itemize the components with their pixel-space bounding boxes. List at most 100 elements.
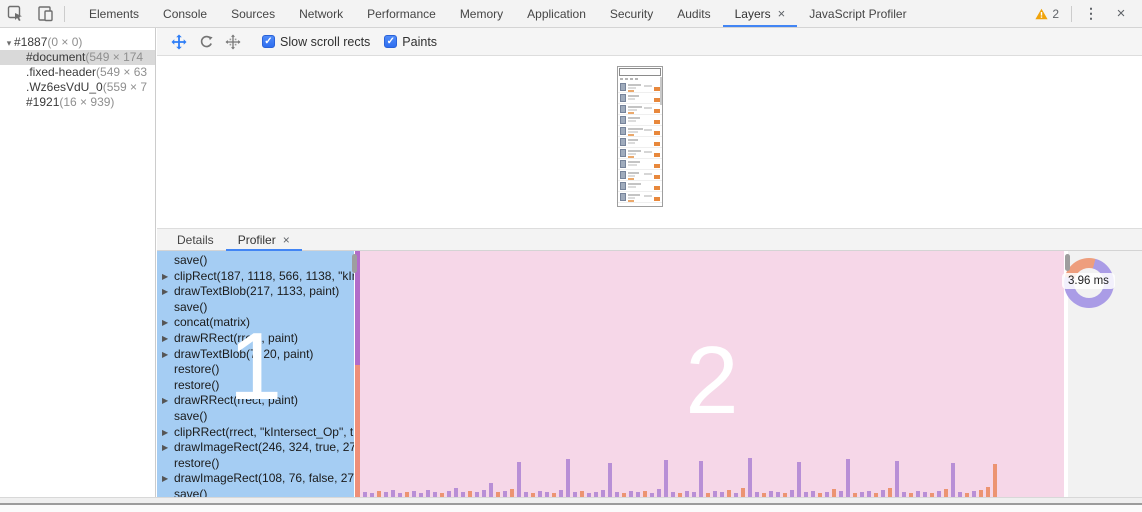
tab-close-icon[interactable]: ×: [778, 7, 786, 20]
histogram-bar[interactable]: [832, 489, 836, 497]
tab-layers[interactable]: Layers ×: [723, 0, 798, 27]
paint-command-row[interactable]: ▶clipRRect(rrect, "kIntersect_Op", tr: [157, 425, 354, 441]
paint-command-row[interactable]: ▶drawTextBlob(7, 20, paint): [157, 347, 354, 363]
histogram-bar[interactable]: [454, 488, 458, 497]
paint-command-row[interactable]: save(): [157, 300, 354, 316]
profile-scrollbar-thumb[interactable]: [1065, 254, 1070, 271]
paint-command-row[interactable]: restore(): [157, 378, 354, 394]
histogram-bar[interactable]: [426, 490, 430, 497]
paint-command-row[interactable]: ▶clipRect(187, 1118, 566, 1138, "kIn: [157, 269, 354, 285]
tab-security[interactable]: Security: [598, 0, 665, 27]
thumbnail-text-line: [628, 84, 641, 86]
expand-triangle-icon[interactable]: ▶: [162, 425, 168, 441]
paint-command-row[interactable]: ▶drawImageRect(246, 324, true, 276: [157, 440, 354, 456]
tab-application[interactable]: Application: [515, 0, 598, 27]
paint-command-row[interactable]: restore(): [157, 456, 354, 472]
paint-command-row[interactable]: ▶drawImageRect(108, 76, false, 276: [157, 471, 354, 487]
expand-triangle-icon[interactable]: ▶: [162, 347, 168, 363]
layer-tree-item-Wz6esVdU0[interactable]: .Wz6esVdU_0(559 × 7: [0, 80, 155, 95]
paint-command-row[interactable]: save(): [157, 409, 354, 425]
histogram-bar[interactable]: [510, 489, 514, 497]
tab-elements[interactable]: Elements: [77, 0, 151, 27]
expand-triangle-icon[interactable]: ▶: [162, 393, 168, 409]
tab-details[interactable]: Details: [165, 229, 226, 251]
histogram-bar[interactable]: [566, 459, 570, 497]
slow-scroll-rects-checkbox[interactable]: ✓ Slow scroll rects: [262, 35, 370, 49]
histogram-bar[interactable]: [608, 463, 612, 497]
paint-command-row[interactable]: ▶concat(matrix): [157, 315, 354, 331]
paint-command-row[interactable]: save(): [157, 487, 354, 497]
tab-network[interactable]: Network: [287, 0, 355, 27]
page-layer-thumbnail[interactable]: [617, 66, 663, 207]
tab-memory[interactable]: Memory: [448, 0, 515, 27]
paint-command-row[interactable]: ▶drawRRect(rrect, paint): [157, 393, 354, 409]
histogram-bar[interactable]: [979, 490, 983, 497]
histogram-bar[interactable]: [664, 460, 668, 497]
inspect-element-button[interactable]: [0, 0, 30, 27]
paint-command-row[interactable]: ▶drawRRect(rrect, paint): [157, 331, 354, 347]
more-options-button[interactable]: ⋮: [1076, 0, 1106, 27]
histogram-bar[interactable]: [846, 459, 850, 497]
histogram-bar[interactable]: [951, 463, 955, 497]
thumbnail-text-line: [628, 87, 636, 89]
thumbnail-text-line: [628, 197, 635, 199]
expand-triangle-icon[interactable]: ▶: [162, 269, 168, 285]
histogram-bar[interactable]: [797, 462, 801, 497]
histogram-bar[interactable]: [559, 490, 563, 497]
tab-close-icon[interactable]: ×: [283, 233, 290, 247]
thumbnail-list-row: [618, 181, 662, 192]
pan-mode-button[interactable]: [167, 30, 191, 54]
tab-performance[interactable]: Performance: [355, 0, 448, 27]
histogram-bar[interactable]: [391, 490, 395, 497]
histogram-bar[interactable]: [748, 458, 752, 497]
reset-transform-button[interactable]: [221, 30, 245, 54]
histogram-bar[interactable]: [944, 489, 948, 497]
tree-expand-caret[interactable]: ▾: [4, 36, 14, 50]
thumbnail-text-line: [628, 120, 636, 122]
expand-triangle-icon[interactable]: ▶: [162, 284, 168, 300]
histogram-bar[interactable]: [986, 487, 990, 497]
paint-command-row[interactable]: save(): [157, 253, 354, 269]
tab-sources[interactable]: Sources: [219, 0, 287, 27]
thumbnail-text-line: [644, 129, 652, 131]
layer-tree-item-1921[interactable]: #1921(16 × 939): [0, 95, 155, 110]
histogram-bar[interactable]: [895, 461, 899, 497]
console-warnings-button[interactable]: 2: [1035, 7, 1059, 21]
layer-tree-item-1887[interactable]: ▾#1887(0 × 0): [0, 35, 155, 50]
paint-command-text: save(): [174, 487, 207, 497]
layer-tree-item-document[interactable]: #document(549 × 174: [0, 50, 155, 65]
histogram-bar[interactable]: [790, 490, 794, 497]
tab-label: Layers: [735, 7, 771, 21]
paints-checkbox[interactable]: ✓ Paints: [384, 35, 437, 49]
expand-triangle-icon[interactable]: ▶: [162, 331, 168, 347]
histogram-bar[interactable]: [993, 464, 997, 497]
layer-tree-item-fixedheader[interactable]: .fixed-header(549 × 63: [0, 65, 155, 80]
thumbnail-orange-badge: [654, 186, 660, 190]
histogram-bar[interactable]: [482, 490, 486, 497]
thumbnail-avatar: [620, 171, 626, 179]
histogram-bar[interactable]: [727, 490, 731, 497]
histogram-bar[interactable]: [881, 490, 885, 497]
paint-profile-segment-2[interactable]: 2: [360, 251, 1064, 497]
histogram-bar[interactable]: [888, 488, 892, 497]
paint-command-row[interactable]: restore(): [157, 362, 354, 378]
histogram-bar[interactable]: [699, 461, 703, 497]
paint-command-row[interactable]: ▶drawTextBlob(217, 1133, paint): [157, 284, 354, 300]
tab-console[interactable]: Console: [151, 0, 219, 27]
device-toolbar-button[interactable]: [30, 0, 60, 27]
rotate-mode-button[interactable]: [194, 30, 218, 54]
histogram-bar[interactable]: [489, 483, 493, 497]
tab-javascript-profiler[interactable]: JavaScript Profiler: [797, 0, 918, 27]
histogram-bar[interactable]: [517, 462, 521, 497]
histogram-bar[interactable]: [741, 488, 745, 497]
tab-audits[interactable]: Audits: [665, 0, 722, 27]
tab-profiler[interactable]: Profiler×: [226, 229, 302, 251]
histogram-bar[interactable]: [601, 490, 605, 497]
expand-triangle-icon[interactable]: ▶: [162, 315, 168, 331]
expand-triangle-icon[interactable]: ▶: [162, 471, 168, 487]
histogram-bar[interactable]: [657, 489, 661, 497]
command-log-scrollbar-thumb[interactable]: [352, 254, 357, 273]
close-devtools-button[interactable]: ×: [1106, 0, 1136, 27]
layers-3d-canvas[interactable]: [157, 57, 1142, 228]
expand-triangle-icon[interactable]: ▶: [162, 440, 168, 456]
